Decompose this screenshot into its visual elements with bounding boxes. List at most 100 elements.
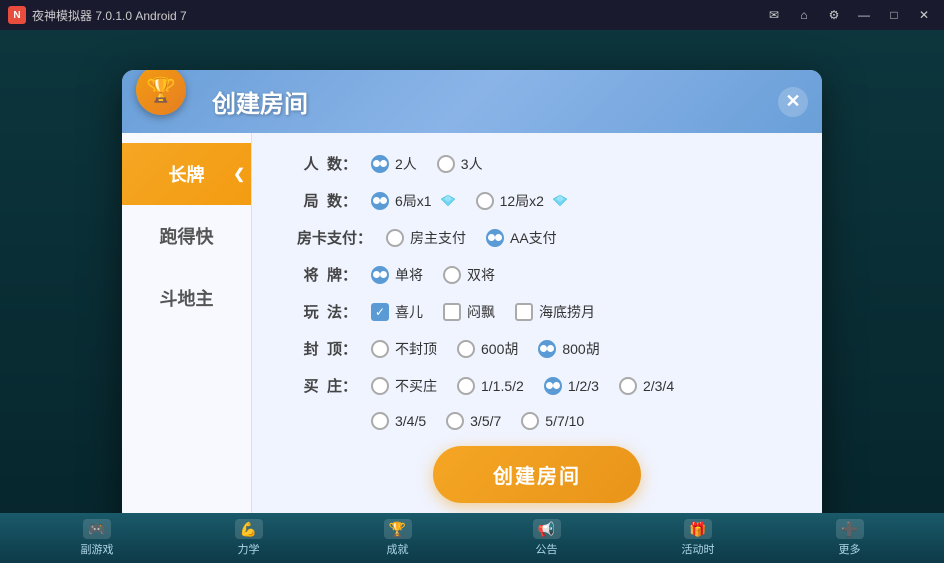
jiangpai-shuangjian[interactable]: 双将	[443, 265, 495, 285]
fugame-icon: 🎮	[83, 519, 111, 539]
maizhuang-1152[interactable]: 1/1.5/2	[457, 377, 524, 395]
maizhuang-123[interactable]: 1/2/3	[544, 377, 599, 395]
wanfa-haidilao[interactable]: 海底捞月	[515, 302, 595, 322]
dialog-close-btn[interactable]: ✕	[778, 87, 808, 117]
maizhuang-none-radio[interactable]	[371, 377, 389, 395]
maizhuang-234-radio[interactable]	[619, 377, 637, 395]
sidebar-item-changpai[interactable]: 长牌	[122, 143, 251, 205]
minimize-btn[interactable]: —	[852, 5, 876, 25]
fengding-600[interactable]: 600胡	[457, 339, 518, 359]
fengding-bufeng[interactable]: 不封顶	[371, 339, 437, 359]
jiangpai-danjian-label: 单将	[395, 265, 423, 285]
wanfa-label: 玩 法：	[282, 301, 357, 322]
fengding-row: 封 顶： 不封顶 600胡	[282, 338, 792, 359]
jushu-12x2[interactable]: 12局x2	[476, 191, 568, 211]
wanfa-options: ✓ 喜儿 闷飘 海底捞月	[371, 302, 595, 322]
sidebar-item-paodekuai[interactable]: 跑得快	[122, 205, 251, 267]
maizhuang-123-label: 1/2/3	[568, 378, 599, 394]
settings-btn[interactable]: ⚙	[822, 5, 846, 25]
fengding-800-radio[interactable]	[538, 340, 556, 358]
renshu-label: 人 数：	[282, 153, 357, 174]
maizhuang-row: 买 庄： 不买庄 1/1.5/2	[282, 375, 792, 396]
jiangpai-label: 将 牌：	[282, 264, 357, 285]
sidebar-item-doudizhu[interactable]: 斗地主	[122, 267, 251, 329]
fangka-fangzhu-label: 房主支付	[410, 228, 466, 248]
jushu-label: 局 数：	[282, 190, 357, 211]
bottom-btn-lixue[interactable]: 💪 力学	[235, 519, 263, 557]
renshu-2ren-radio[interactable]	[371, 155, 389, 173]
renshu-3ren-radio[interactable]	[437, 155, 455, 173]
window-close-btn[interactable]: ✕	[912, 5, 936, 25]
chengju-label: 成就	[387, 541, 409, 557]
renshu-3ren[interactable]: 3人	[437, 154, 483, 174]
fangka-aa[interactable]: AA支付	[486, 228, 557, 248]
maizhuang-label: 买 庄：	[282, 375, 357, 396]
jushu-6x1-radio[interactable]	[371, 192, 389, 210]
message-btn[interactable]: ✉	[762, 5, 786, 25]
maizhuang-123-radio[interactable]	[544, 377, 562, 395]
fangka-fangzhu-radio[interactable]	[386, 229, 404, 247]
bottom-btn-more[interactable]: ➕ 更多	[836, 519, 864, 557]
fengding-bufeng-radio[interactable]	[371, 340, 389, 358]
game-bottom-bar: 🎮 副游戏 💪 力学 🏆 成就 📢 公告 🎁 活动时 ➕ 更多	[0, 513, 944, 563]
bottom-btn-fugame[interactable]: 🎮 副游戏	[81, 519, 114, 557]
maizhuang-options: 不买庄 1/1.5/2 1/2/3	[371, 376, 674, 396]
fangka-aa-radio[interactable]	[486, 229, 504, 247]
fangka-fangzhu[interactable]: 房主支付	[386, 228, 466, 248]
jiangpai-options: 单将 双将	[371, 265, 495, 285]
jushu-6x1-label: 6局x1	[395, 191, 432, 211]
jushu-6x1[interactable]: 6局x1	[371, 191, 456, 211]
maizhuang-5710-radio[interactable]	[521, 412, 539, 430]
bottom-btn-chengju[interactable]: 🏆 成就	[384, 519, 412, 557]
create-room-dialog: 🏆 创建房间 ✕ 长牌 跑得快 斗地主 人	[122, 70, 822, 523]
jiangpai-danjian[interactable]: 单将	[371, 265, 423, 285]
wanfa-haidilao-checkbox[interactable]	[515, 303, 533, 321]
bottom-btn-gonggao[interactable]: 📢 公告	[533, 519, 561, 557]
fengding-600-radio[interactable]	[457, 340, 475, 358]
maizhuang-1152-label: 1/1.5/2	[481, 378, 524, 394]
more-label: 更多	[839, 541, 861, 557]
maizhuang-options2: 3/4/5 3/5/7 5/7/10	[371, 412, 584, 430]
modal-overlay: 🏆 创建房间 ✕ 长牌 跑得快 斗地主 人	[0, 30, 944, 563]
jushu-12x2-radio[interactable]	[476, 192, 494, 210]
fengding-label: 封 顶：	[282, 338, 357, 359]
dialog-title: 创建房间	[212, 84, 308, 119]
maizhuang-5710-label: 5/7/10	[545, 413, 584, 429]
fengding-800[interactable]: 800胡	[538, 339, 599, 359]
gem-icon	[440, 194, 456, 207]
renshu-2ren[interactable]: 2人	[371, 154, 417, 174]
huodong-label: 活动时	[682, 541, 715, 557]
jiangpai-danjian-radio[interactable]	[371, 266, 389, 284]
huodong-icon: 🎁	[684, 519, 712, 539]
wanfa-menpiao-checkbox[interactable]	[443, 303, 461, 321]
maizhuang-345[interactable]: 3/4/5	[371, 412, 426, 430]
jiangpai-shuangjian-radio[interactable]	[443, 266, 461, 284]
maizhuang-1152-radio[interactable]	[457, 377, 475, 395]
fengding-600-label: 600胡	[481, 339, 518, 359]
home-btn[interactable]: ⌂	[792, 5, 816, 25]
wanfa-haidilao-label: 海底捞月	[539, 302, 595, 322]
maizhuang-none-label: 不买庄	[395, 376, 437, 396]
maizhuang-357-label: 3/5/7	[470, 413, 501, 429]
maizhuang-234[interactable]: 2/3/4	[619, 377, 674, 395]
title-bar: N 夜神模拟器 7.0.1.0 Android 7 ✉ ⌂ ⚙ — □ ✕	[0, 0, 944, 30]
chengju-icon: 🏆	[384, 519, 412, 539]
maizhuang-357-radio[interactable]	[446, 412, 464, 430]
maximize-btn[interactable]: □	[882, 5, 906, 25]
bottom-btn-huodong[interactable]: 🎁 活动时	[682, 519, 715, 557]
maizhuang-5710[interactable]: 5/7/10	[521, 412, 584, 430]
window-controls: ✉ ⌂ ⚙ — □ ✕	[762, 5, 936, 25]
gonggao-label: 公告	[536, 541, 558, 557]
gem2-icon	[552, 194, 568, 207]
maizhuang-357[interactable]: 3/5/7	[446, 412, 501, 430]
lixue-icon: 💪	[235, 519, 263, 539]
wanfa-xier-checkbox[interactable]: ✓	[371, 303, 389, 321]
dialog-body: 长牌 跑得快 斗地主 人 数：	[122, 133, 822, 523]
maizhuang-none[interactable]: 不买庄	[371, 376, 437, 396]
renshu-3ren-label: 3人	[461, 154, 483, 174]
maizhuang-345-radio[interactable]	[371, 412, 389, 430]
wanfa-xier[interactable]: ✓ 喜儿	[371, 302, 423, 322]
wanfa-menpiao[interactable]: 闷飘	[443, 302, 495, 322]
create-room-button[interactable]: 创建房间	[433, 446, 641, 503]
fangka-aa-label: AA支付	[510, 228, 557, 248]
